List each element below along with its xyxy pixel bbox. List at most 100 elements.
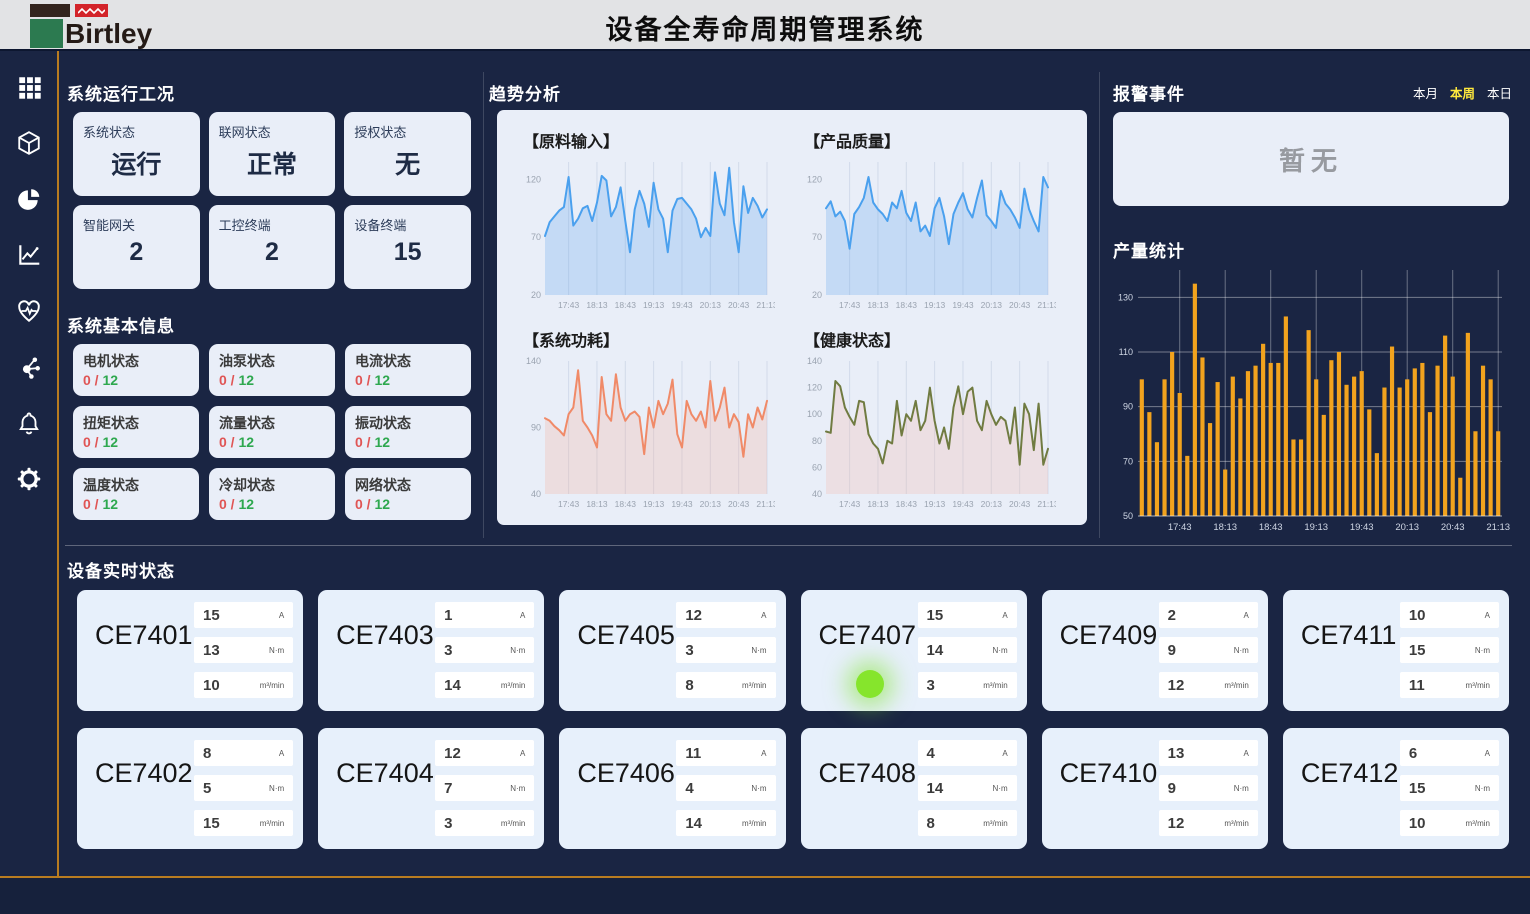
device-metric-row: 3m³/min [918,672,1017,698]
sidebar-item-bell[interactable] [15,409,43,437]
device-metric-row: 10A [1400,602,1499,628]
health-pulse-icon [16,298,42,324]
device-metric-row: 11A [676,740,775,766]
device-metric-row: 4A [918,740,1017,766]
device-name: CE7411 [1301,620,1400,699]
device-card-CE7406[interactable]: CE740611A4N·m14m³/min [559,728,785,849]
device-card-CE7409[interactable]: CE74092A9N·m12m³/min [1042,590,1268,711]
device-metrics: 15A13N·m10m³/min [194,602,293,699]
device-name: CE7402 [95,758,194,837]
device-metric-unit: m³/min [1466,819,1490,828]
page-title: 设备全寿命周期管理系统 [0,8,1530,47]
device-metric-unit: A [1002,749,1007,758]
sidebar-item-cube[interactable] [15,129,43,157]
device-card-CE7402[interactable]: CE74028A5N·m15m³/min [77,728,303,849]
device-metric-row: 2A [1159,602,1258,628]
info-card-status: 0 / 12 [355,496,461,512]
sidebar-item-gear[interactable] [15,465,43,493]
info-current-count: 0 / [355,372,374,388]
device-metric-value: 12 [1168,677,1185,694]
cube-icon [16,130,42,156]
info-total-count: 12 [238,496,254,512]
device-metric-value: 12 [444,745,461,762]
device-metrics: 11A4N·m14m³/min [676,740,775,837]
info-total-count: 12 [374,496,390,512]
device-metric-value: 14 [927,780,944,797]
device-metric-unit: m³/min [260,681,284,690]
trend-chart-svg-health: 14012010080604017:4318:1318:4319:1319:43… [798,353,1056,511]
trend-chart-title: 【产品质量】 [804,128,1067,152]
device-card-CE7410[interactable]: CE741013A9N·m12m³/min [1042,728,1268,849]
device-metrics: 6A15N·m10m³/min [1400,740,1499,837]
device-card-CE7408[interactable]: CE74084A14N·m8m³/min [801,728,1027,849]
alarm-tab-本月[interactable]: 本月 [1413,83,1438,102]
device-card-CE7401[interactable]: CE740115A13N·m10m³/min [77,590,303,711]
device-metric-unit: N·m [1475,784,1490,793]
info-total-count: 12 [102,372,118,388]
alarm-empty-card: 暂无 [1113,112,1509,206]
sidebar [0,51,57,876]
device-metric-row: 3N·m [435,637,534,663]
device-metric-unit: m³/min [983,819,1007,828]
section-title-devices: 设备实时状态 [67,557,175,582]
run-card-label: 联网状态 [219,122,326,141]
svg-text:18:13: 18:13 [1213,522,1237,533]
info-card-status: 0 / 12 [355,372,461,388]
device-metric-unit: A [279,611,284,620]
sidebar-item-molecule[interactable] [15,353,43,381]
device-card-CE7412[interactable]: CE74126A15N·m10m³/min [1283,728,1509,849]
device-card-CE7407[interactable]: CE740715A14N·m3m³/min [801,590,1027,711]
device-card-CE7403[interactable]: CE74031A3N·m14m³/min [318,590,544,711]
info-total-count: 12 [374,372,390,388]
sidebar-item-line-chart[interactable] [15,241,43,269]
svg-text:20:13: 20:13 [1395,522,1419,533]
sidebar-item-pie-chart[interactable] [15,185,43,213]
svg-text:21:13: 21:13 [1037,499,1056,509]
svg-text:17:43: 17:43 [839,499,861,509]
trend-chart-health: 【健康状态】14012010080604017:4318:1318:4319:1… [792,321,1073,520]
trend-chart-svg-quality: 120702017:4318:1318:4319:1319:4320:1320:… [798,154,1056,312]
device-metric-row: 12A [435,740,534,766]
alarm-tab-本周[interactable]: 本周 [1450,83,1475,102]
device-metric-value: 6 [1409,745,1417,762]
svg-text:18:13: 18:13 [586,300,608,310]
device-metric-value: 14 [927,642,944,659]
device-metric-unit: A [1243,611,1248,620]
device-metric-row: 3m³/min [435,810,534,836]
svg-text:40: 40 [531,489,541,499]
svg-text:18:13: 18:13 [867,300,889,310]
device-metric-unit: A [1485,611,1490,620]
device-card-CE7404[interactable]: CE740412A7N·m3m³/min [318,728,544,849]
svg-text:18:43: 18:43 [615,499,637,509]
sidebar-item-apps-grid[interactable] [15,73,43,101]
device-metric-unit: m³/min [983,681,1007,690]
run-card-label: 智能网关 [83,215,190,234]
svg-text:19:13: 19:13 [643,499,665,509]
svg-text:19:43: 19:43 [671,300,693,310]
device-card-CE7411[interactable]: CE741110A15N·m11m³/min [1283,590,1509,711]
device-metric-unit: m³/min [501,819,525,828]
device-metric-unit: N·m [993,646,1008,655]
info-status-card: 网络状态0 / 12 [345,468,471,520]
svg-text:20:43: 20:43 [728,300,750,310]
svg-text:17:43: 17:43 [1168,522,1192,533]
device-metric-row: 5N·m [194,775,293,801]
device-metric-unit: N·m [751,784,766,793]
svg-text:18:43: 18:43 [896,499,918,509]
section-title-production: 产量统计 [1113,237,1185,262]
production-bar-chart: 13011090705017:4318:1318:4319:1319:4320:… [1108,260,1512,536]
device-metric-row: 14 N·m [918,637,1017,663]
device-metric-value: 15 [203,815,220,832]
device-metric-unit: m³/min [1466,681,1490,690]
device-metric-row: 9N·m [1159,775,1258,801]
device-card-CE7405[interactable]: CE740512A3N·m8m³/min [559,590,785,711]
device-metric-unit: m³/min [742,681,766,690]
alarm-tab-本日[interactable]: 本日 [1487,83,1512,102]
info-card-label: 油泵状态 [219,351,325,371]
device-metric-unit: A [1002,611,1007,620]
run-status-card: 授权状态无 [344,112,471,196]
device-metrics: 13A9N·m12m³/min [1159,740,1258,837]
device-metric-unit: m³/min [1224,681,1248,690]
device-metric-row: 15N·m [1400,637,1499,663]
sidebar-item-health-pulse[interactable] [15,297,43,325]
